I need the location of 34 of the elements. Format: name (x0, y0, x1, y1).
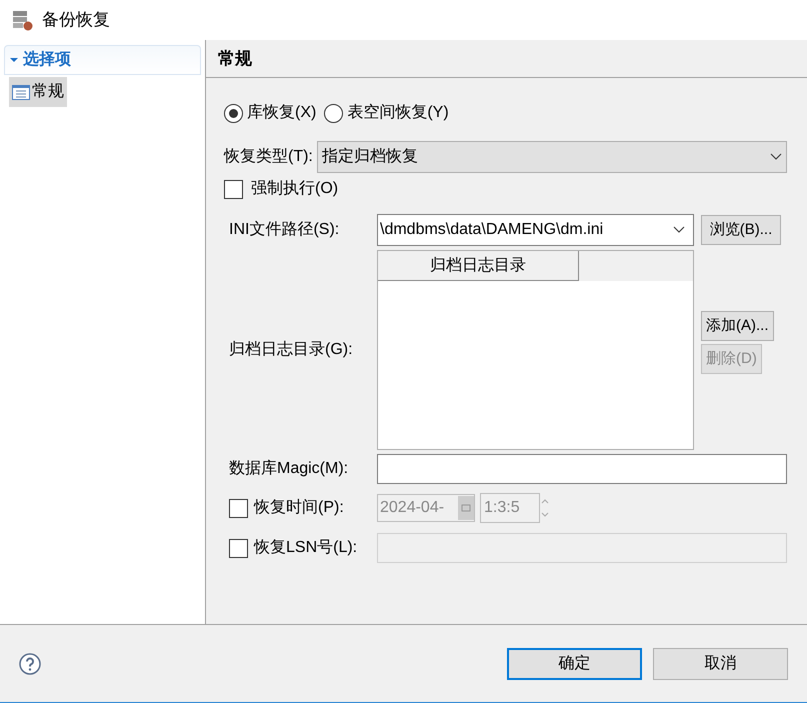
checkbox-label: 恢复时间(P): (254, 498, 344, 518)
path-combobox[interactable]: \dmdbms\data\DAMENG\dm.ini (377, 214, 694, 246)
chevron-down-icon (673, 226, 685, 234)
panel-title: 常规 (218, 48, 252, 70)
checkbox[interactable] (229, 498, 248, 518)
sidebar-header[interactable]: 选择项 (4, 45, 201, 75)
caret-icon (9, 55, 19, 65)
radio-label: 表空间恢复(Y) (347, 102, 449, 123)
dropdown[interactable]: 指定归档恢复 (316, 141, 787, 173)
magic-input[interactable] (377, 454, 787, 484)
checkbox[interactable] (224, 180, 243, 198)
field-label: INI文件路径(S): (229, 220, 340, 240)
field-label: 数据库Magic(M): (229, 458, 350, 479)
radio-label: 库恢复(X) (247, 102, 316, 123)
sidebar-header-label: 选择项 (23, 50, 71, 70)
checkbox[interactable] (229, 538, 248, 558)
checkbox-label: 强制执行(O) (251, 178, 338, 199)
chevron-down-icon (770, 153, 782, 161)
field-label: 归档日志目录(G): (229, 340, 354, 360)
help-icon[interactable] (19, 652, 41, 674)
ok-button[interactable]: 确定 (507, 648, 642, 680)
sidebar-item[interactable]: 常规 (9, 77, 67, 107)
browse-button[interactable]: 浏览(B)... (701, 215, 781, 245)
add-button[interactable]: 添加(A)... (701, 311, 774, 341)
radio-button[interactable] (324, 104, 344, 122)
archive-table[interactable]: 归档日志目录 (377, 250, 694, 450)
radio-button[interactable] (224, 104, 243, 122)
checkbox-label: 恢复LSN号(L): (254, 538, 358, 558)
cancel-button[interactable]: 取消 (653, 648, 788, 680)
field-label: 恢复类型(T): (224, 146, 313, 167)
server-gear-icon (12, 9, 34, 31)
calendar-icon (458, 496, 474, 520)
window-title: 备份恢复 (42, 9, 110, 32)
list-icon (12, 84, 30, 100)
